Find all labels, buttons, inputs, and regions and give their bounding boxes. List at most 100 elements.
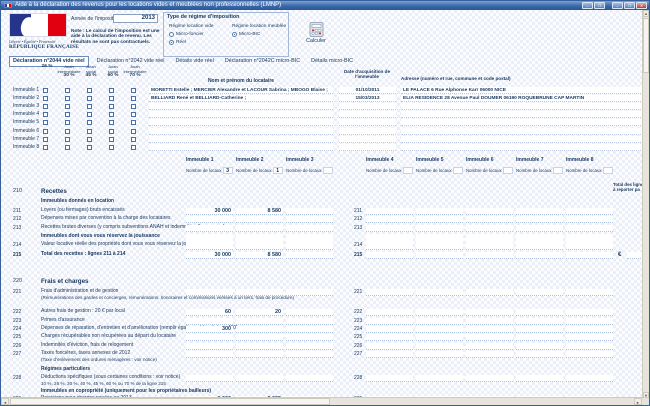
input-211-immeuble-6[interactable]: [466, 208, 513, 215]
input-227-immeuble-8[interactable]: [566, 351, 613, 358]
input-221-immeuble-6[interactable]: [466, 289, 513, 296]
input-212-immeuble-1[interactable]: [186, 216, 233, 223]
input-214-immeuble-4[interactable]: [366, 234, 413, 250]
input-225-immeuble-2[interactable]: [236, 334, 283, 341]
input-224-immeuble-3[interactable]: [286, 326, 333, 333]
input-223-immeuble-6[interactable]: [466, 318, 513, 325]
input-228-immeuble-6[interactable]: [466, 375, 513, 382]
input-226-immeuble-6[interactable]: [466, 343, 513, 350]
input-214-immeuble-1[interactable]: [186, 234, 233, 250]
input-214-immeuble-7[interactable]: [516, 234, 563, 250]
input-222-immeuble-3[interactable]: [286, 309, 333, 316]
scroll-up-icon[interactable]: ▲: [643, 10, 649, 17]
input-228-immeuble-3[interactable]: [286, 375, 333, 382]
checkbox-immeuble-8-rate-0[interactable]: [43, 145, 48, 150]
checkbox-immeuble-1-rate-1[interactable]: [65, 88, 70, 93]
checkbox-immeuble-1-rate-2[interactable]: [87, 88, 92, 93]
input-215-immeuble-3[interactable]: [286, 252, 333, 259]
tenant-name-field[interactable]: [149, 136, 333, 143]
locaux-count-input[interactable]: 1: [273, 167, 283, 174]
input-224-immeuble-7[interactable]: [516, 326, 563, 333]
input-214-immeuble-8[interactable]: [566, 234, 613, 250]
checkbox-immeuble-7-rate-4[interactable]: [131, 137, 136, 142]
checkbox-immeuble-7-rate-3[interactable]: [109, 137, 114, 142]
input-223-immeuble-4[interactable]: [366, 318, 413, 325]
checkbox-immeuble-4-rate-3[interactable]: [109, 112, 114, 117]
input-215-immeuble-7[interactable]: [516, 252, 563, 259]
input-215-immeuble-1[interactable]: 30 000: [186, 252, 233, 259]
input-223-immeuble-3[interactable]: [286, 318, 333, 325]
checkbox-immeuble-8-rate-3[interactable]: [109, 145, 114, 150]
locaux-count-input[interactable]: [603, 167, 613, 174]
acquisition-date-field[interactable]: [339, 144, 396, 151]
address-field[interactable]: [401, 128, 643, 135]
input-224-immeuble-2[interactable]: [236, 326, 283, 333]
input-214-immeuble-3[interactable]: [286, 234, 333, 250]
checkbox-immeuble-5-rate-1[interactable]: [65, 120, 70, 125]
input-224-immeuble-6[interactable]: [466, 326, 513, 333]
input-223-immeuble-5[interactable]: [416, 318, 463, 325]
close-icon[interactable]: ✕: [636, 2, 647, 9]
input-222-immeuble-5[interactable]: [416, 309, 463, 316]
checkbox-immeuble-8-rate-1[interactable]: [65, 145, 70, 150]
input-212-immeuble-8[interactable]: [566, 216, 613, 223]
calculate-button[interactable]: Calculer: [297, 22, 335, 44]
input-225-immeuble-8[interactable]: [566, 334, 613, 341]
checkbox-immeuble-3-rate-0[interactable]: [43, 104, 48, 109]
input-221-immeuble-3[interactable]: [286, 289, 333, 296]
input-214-immeuble-6[interactable]: [466, 234, 513, 250]
input-224-immeuble-5[interactable]: [416, 326, 463, 333]
checkbox-immeuble-8-rate-2[interactable]: [87, 145, 92, 150]
year-input[interactable]: 2013: [113, 14, 158, 23]
checkbox-immeuble-7-rate-1[interactable]: [65, 137, 70, 142]
input-213-immeuble-8[interactable]: [566, 225, 613, 232]
checkbox-immeuble-1-rate-4[interactable]: [131, 88, 136, 93]
address-field[interactable]: [401, 103, 643, 110]
input-213-immeuble-2[interactable]: [236, 225, 283, 232]
input-221-immeuble-2[interactable]: [236, 289, 283, 296]
input-226-immeuble-3[interactable]: [286, 343, 333, 350]
input-213-immeuble-1[interactable]: [186, 225, 233, 232]
input-221-immeuble-1[interactable]: [186, 289, 233, 296]
input-212-immeuble-5[interactable]: [416, 216, 463, 223]
checkbox-immeuble-2-rate-3[interactable]: [109, 96, 114, 101]
input-225-immeuble-1[interactable]: [186, 334, 233, 341]
minimize-button[interactable]: –: [612, 2, 623, 9]
locaux-count-input[interactable]: [453, 167, 463, 174]
input-227-immeuble-2[interactable]: [236, 351, 283, 358]
address-field[interactable]: [401, 144, 643, 151]
horizontal-scroll-thumb[interactable]: [10, 398, 330, 405]
input-222-immeuble-6[interactable]: [466, 309, 513, 316]
checkbox-immeuble-2-rate-4[interactable]: [131, 96, 136, 101]
tenant-name-field[interactable]: [149, 103, 333, 110]
locaux-count-input[interactable]: 3: [223, 167, 233, 174]
locaux-count-input[interactable]: [503, 167, 513, 174]
checkbox-immeuble-6-rate-4[interactable]: [131, 129, 136, 134]
checkbox-immeuble-2-rate-1[interactable]: [65, 96, 70, 101]
input-227-immeuble-7[interactable]: [516, 351, 563, 358]
checkbox-immeuble-6-rate-2[interactable]: [87, 129, 92, 134]
input-211-immeuble-5[interactable]: [416, 208, 463, 215]
radio-option-vide-1[interactable]: Réel: [169, 40, 214, 45]
tenant-name-field[interactable]: BELLIARD René et BELLIARD-Catherine ;: [149, 95, 333, 102]
input-213-immeuble-7[interactable]: [516, 225, 563, 232]
acquisition-date-field[interactable]: [339, 119, 396, 126]
checkbox-immeuble-7-rate-2[interactable]: [87, 137, 92, 142]
input-226-immeuble-5[interactable]: [416, 343, 463, 350]
tenant-name-field[interactable]: [149, 144, 333, 151]
input-225-immeuble-5[interactable]: [416, 334, 463, 341]
input-223-immeuble-7[interactable]: [516, 318, 563, 325]
scroll-left-icon[interactable]: ◄: [1, 398, 9, 405]
input-222-immeuble-4[interactable]: [366, 309, 413, 316]
input-223-immeuble-2[interactable]: [236, 318, 283, 325]
input-211-immeuble-4[interactable]: [366, 208, 413, 215]
input-227-immeuble-4[interactable]: [366, 351, 413, 358]
address-field[interactable]: LE PALACE 6 Rue Alphonse Karr 06000 NICE: [401, 87, 643, 94]
checkbox-immeuble-6-rate-1[interactable]: [65, 129, 70, 134]
input-213-immeuble-6[interactable]: [466, 225, 513, 232]
input-224-immeuble-4[interactable]: [366, 326, 413, 333]
tab-3[interactable]: Détails vide réel: [172, 57, 216, 66]
checkbox-immeuble-5-rate-4[interactable]: [131, 120, 136, 125]
input-226-immeuble-4[interactable]: [366, 343, 413, 350]
vertical-scroll-thumb[interactable]: [643, 18, 649, 73]
